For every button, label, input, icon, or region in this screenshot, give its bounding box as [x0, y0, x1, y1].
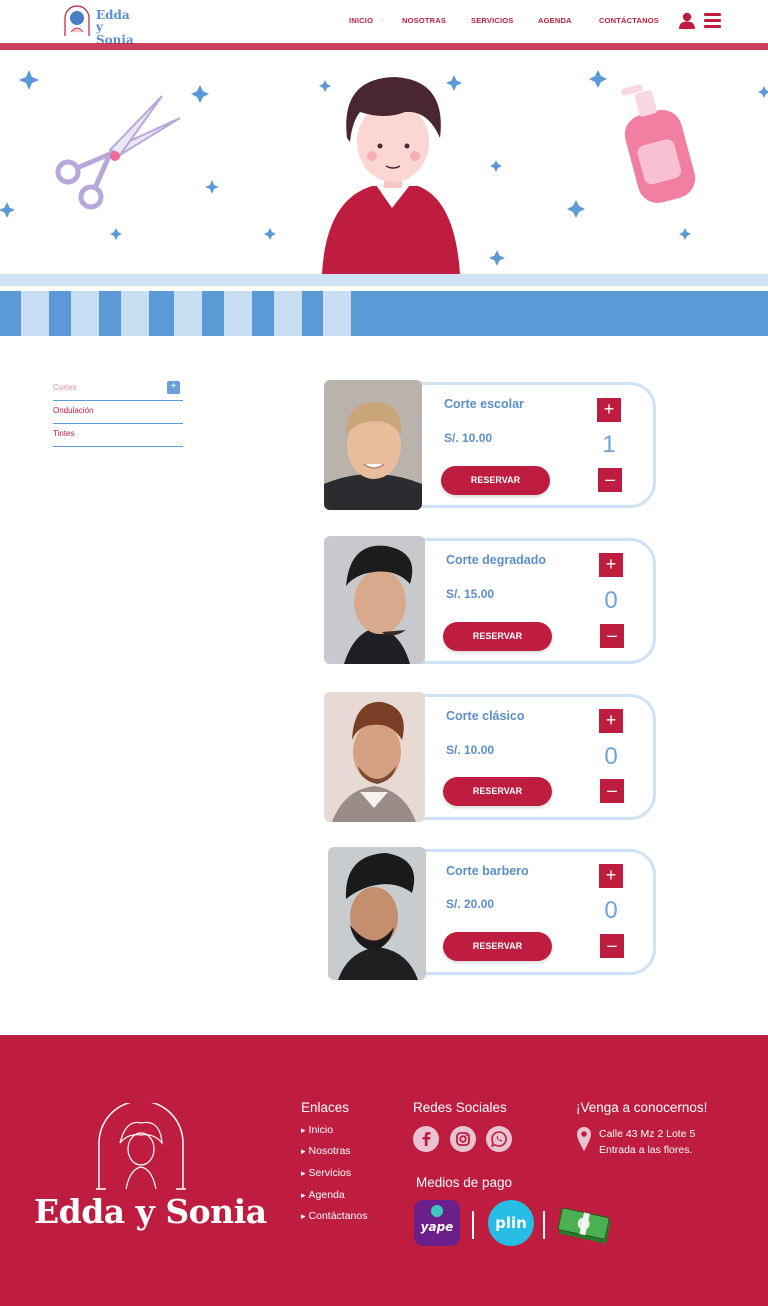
footer-link-inicio[interactable]: Inicio: [301, 1124, 334, 1136]
plin-logo-icon: plin: [488, 1200, 534, 1251]
svg-text:yape: yape: [421, 1220, 454, 1234]
decrement-minus-button[interactable]: –: [600, 779, 624, 803]
hero-banner: [0, 50, 768, 274]
product-photo: [324, 380, 422, 510]
payment-divider: [543, 1211, 545, 1239]
brand-logo[interactable]: Edda y Sonia: [61, 4, 137, 46]
sidebar-item-tintes[interactable]: Tintes: [53, 424, 183, 447]
payment-divider: [472, 1211, 474, 1239]
footer-brand-name: Edda y Sonia: [34, 1192, 267, 1231]
hero-stripes: [0, 291, 768, 336]
footer-link-servicios[interactable]: Servicios: [301, 1167, 352, 1179]
footer-link-contactanos[interactable]: Contáctanos: [301, 1210, 368, 1222]
product-price: S/. 20.00: [446, 897, 495, 911]
product-price: S/. 10.00: [446, 743, 495, 757]
product-photo: [324, 536, 425, 664]
logo-text: Edda y Sonia: [96, 9, 137, 46]
expand-plus-icon[interactable]: +: [167, 381, 180, 394]
hero-illustration: [0, 70, 768, 274]
footer-payment-title: Medios de pago: [416, 1175, 513, 1190]
sidebar-item-label: Cortes: [53, 383, 77, 392]
quantity-value: 0: [604, 743, 618, 770]
reserve-button[interactable]: RESERVAR: [443, 622, 552, 651]
product-name: Corte clásico: [446, 709, 525, 723]
quantity-value: 0: [604, 587, 618, 614]
footer-logo-emblem-icon: [96, 1103, 186, 1190]
nav-agenda[interactable]: AGENDA: [538, 16, 572, 25]
increment-plus-button[interactable]: +: [599, 709, 623, 733]
increment-plus-button[interactable]: +: [599, 864, 623, 888]
hamburger-menu-icon[interactable]: [704, 13, 721, 28]
sidebar-item-label: Ondulación: [53, 406, 94, 415]
reserve-button[interactable]: RESERVAR: [443, 777, 552, 806]
header-accent-bar: [0, 43, 768, 50]
site-footer: Edda y Sonia Enlaces Inicio Nosotras Ser…: [0, 1035, 768, 1306]
reserve-button[interactable]: RESERVAR: [443, 932, 552, 961]
footer-link-nosotras[interactable]: Nosotras: [301, 1145, 351, 1157]
reserve-button[interactable]: RESERVAR: [441, 466, 550, 495]
shampoo-bottle-icon: [620, 84, 696, 203]
increment-plus-button[interactable]: +: [597, 398, 621, 422]
svg-text:plin: plin: [495, 1214, 527, 1232]
product-name: Corte escolar: [444, 397, 524, 411]
nav-contactanos[interactable]: CONTÁCTANOS: [599, 16, 659, 25]
scissors-icon: [55, 95, 181, 210]
product-name: Corte barbero: [446, 864, 529, 878]
quantity-value: 1: [602, 431, 616, 458]
hero-divider-line: [0, 274, 768, 286]
whatsapp-icon[interactable]: [486, 1126, 512, 1152]
product-price: S/. 10.00: [444, 431, 493, 445]
user-icon[interactable]: [679, 12, 695, 29]
product-photo: [324, 692, 425, 822]
increment-plus-button[interactable]: +: [599, 553, 623, 577]
yape-logo-icon: yape: [414, 1200, 460, 1251]
barber-person-illustration: [322, 77, 460, 274]
decrement-minus-button[interactable]: –: [600, 624, 624, 648]
footer-link-agenda[interactable]: Agenda: [301, 1189, 345, 1201]
footer-address: Calle 43 Mz 2 Lote 5 Entrada a las flore…: [599, 1126, 695, 1158]
sidebar-item-cortes[interactable]: Cortes +: [53, 378, 183, 401]
product-card-corte-barbero: Corte barbero S/. 20.00 0 RESERVAR + –: [324, 847, 658, 980]
footer-visit-title: ¡Venga a conocernos!: [576, 1100, 708, 1115]
product-card-corte-degradado: Corte degradado S/. 15.00 0 RESERVAR + –: [324, 536, 658, 666]
site-header: Edda y Sonia INICIO NOSOTRAS SERVICIOS A…: [0, 0, 768, 46]
sidebar-item-label: Tintes: [53, 429, 75, 438]
nav-inicio[interactable]: INICIO: [349, 16, 373, 25]
sidebar-item-ondulacion[interactable]: Ondulación: [53, 401, 183, 424]
cash-money-icon: [557, 1207, 613, 1252]
category-sidebar: Cortes + Ondulación Tintes: [53, 378, 183, 447]
product-photo: [328, 847, 426, 980]
address-line-1: Calle 43 Mz 2 Lote 5: [599, 1128, 696, 1140]
location-pin-icon: [577, 1127, 591, 1151]
product-card-corte-clasico: Corte clásico S/. 10.00 0 RESERVAR + –: [324, 692, 658, 822]
product-card-corte-escolar: Corte escolar S/. 10.00 1 RESERVAR + –: [324, 380, 658, 510]
instagram-icon[interactable]: [450, 1126, 476, 1152]
footer-links-title: Enlaces: [301, 1100, 350, 1115]
product-price: S/. 15.00: [446, 587, 495, 601]
nav-nosotras[interactable]: NOSOTRAS: [402, 16, 446, 25]
facebook-icon[interactable]: [413, 1126, 439, 1152]
address-line-2: Entrada a las flores.: [599, 1144, 693, 1156]
quantity-value: 0: [604, 897, 618, 924]
product-name: Corte degradado: [446, 553, 547, 567]
nav-servicios[interactable]: SERVICIOS: [471, 16, 514, 25]
logo-emblem-icon: [64, 5, 90, 36]
decrement-minus-button[interactable]: –: [600, 934, 624, 958]
decrement-minus-button[interactable]: –: [598, 468, 622, 492]
logo-line1: Edda y: [96, 8, 130, 34]
footer-social-title: Redes Sociales: [413, 1100, 507, 1115]
